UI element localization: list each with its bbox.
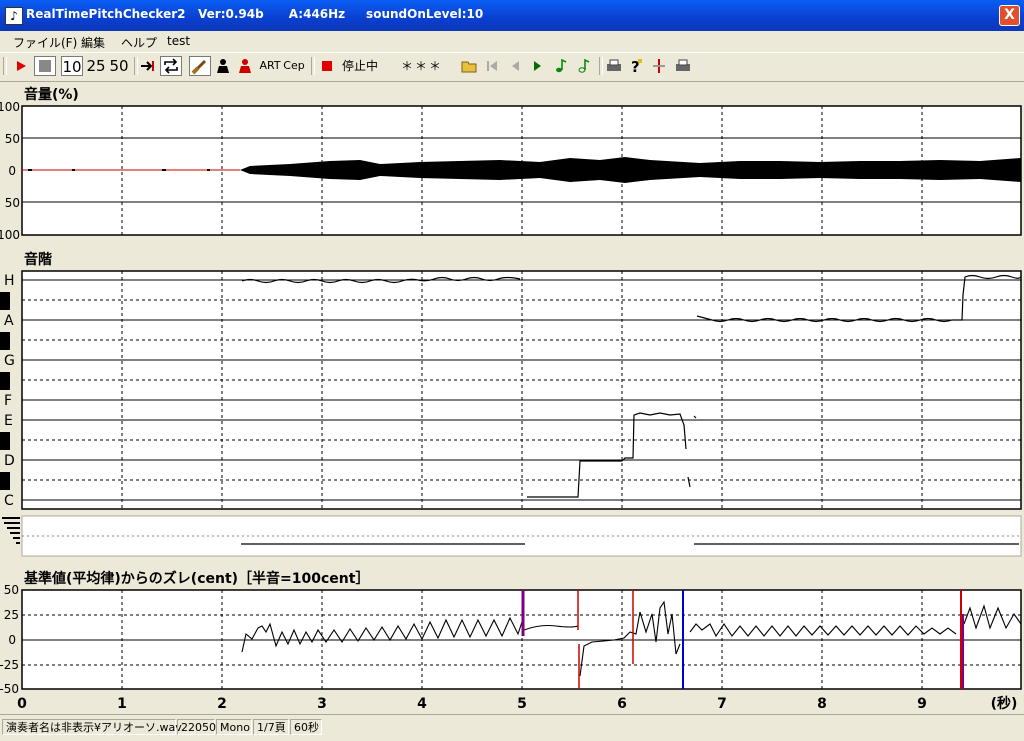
record-stop-button[interactable] (317, 56, 337, 76)
note-label-a: A (4, 313, 14, 329)
violin-icon (191, 59, 207, 75)
toolbar-grip (3, 57, 7, 75)
note-label-d: D (4, 453, 15, 469)
deviation-tick-neg25: -25 (0, 658, 19, 672)
marker-button[interactable] (650, 56, 668, 76)
status-sample-rate: 22050 (177, 719, 216, 735)
help-icon: ? (631, 58, 642, 76)
time-tick-2: 2 (217, 696, 227, 712)
stop-red-icon (322, 61, 332, 71)
time-axis-unit: (秒) (991, 695, 1018, 712)
deviation-tick-50: 50 (4, 584, 19, 597)
folder-open-icon (461, 61, 477, 73)
status-file: 演奏者名は非表示¥アリオーソ.wav (2, 719, 182, 735)
zoom-10-button[interactable]: 10 (61, 56, 83, 76)
time-tick-1: 1 (117, 696, 127, 712)
deviation-tick-neg50: -50 (0, 682, 19, 696)
person-icon (217, 59, 229, 73)
volume-tick-100-top: 100 (0, 100, 20, 114)
print-preview-button[interactable] (673, 56, 693, 76)
note-button[interactable] (552, 56, 570, 76)
prev-icon (512, 61, 519, 71)
time-tick-4: 4 (417, 696, 427, 712)
toolbar-separator (311, 57, 315, 75)
volume-plot[interactable]: 100 50 0 50 100 (0, 100, 1024, 240)
help-button[interactable]: ? (627, 56, 645, 76)
marker-icon (653, 59, 665, 73)
person-red-icon (239, 59, 251, 73)
title-bar: ♪ RealTimePitchChecker2 Ver:0.94b A:446H… (0, 0, 1024, 31)
scale-plot[interactable]: H A G F E D C (0, 265, 1024, 515)
cep-button[interactable]: Cep (283, 56, 305, 76)
printer-icon (607, 59, 621, 71)
loop-button[interactable] (160, 56, 182, 76)
deviation-plot[interactable]: 50 25 0 -25 -50 0 1 2 3 4 5 6 7 8 9 (秒) (0, 584, 1024, 714)
play-button[interactable] (11, 56, 31, 76)
jump-end-button[interactable] (138, 56, 158, 76)
play-icon (17, 61, 26, 71)
stop-icon (39, 60, 51, 72)
status-duration: 60秒 (290, 719, 322, 735)
time-tick-8: 8 (817, 696, 827, 712)
volume-tick-50-bottom: 50 (5, 196, 20, 210)
next-icon (534, 61, 541, 71)
close-button[interactable]: X (999, 5, 1020, 26)
zoom-25-button[interactable]: 25 (85, 56, 107, 76)
time-tick-3: 3 (317, 696, 327, 712)
app-icon: ♪ (5, 7, 23, 25)
first-button[interactable] (483, 56, 501, 76)
time-tick-7: 7 (717, 696, 727, 712)
deviation-tick-25: 25 (4, 608, 19, 622)
time-tick-0: 0 (17, 696, 27, 712)
note-label-e: E (4, 413, 13, 429)
zoom-50-button[interactable]: 50 (108, 56, 130, 76)
next-button[interactable] (529, 56, 547, 76)
note-label-h: H (4, 273, 15, 289)
note-label-g: G (4, 353, 15, 369)
jump-to-end-icon (141, 61, 154, 71)
singer-female-button[interactable] (235, 56, 255, 76)
status-page: 1/7頁 (253, 719, 289, 735)
status-channels: Mono (216, 719, 252, 735)
prev-button[interactable] (506, 56, 524, 76)
volume-tick-100-bottom: 100 (0, 228, 20, 240)
printer-alt-icon (676, 59, 690, 71)
open-button[interactable] (460, 56, 480, 76)
art-button[interactable]: ART (259, 56, 281, 76)
time-tick-6: 6 (617, 696, 627, 712)
music-note-icon (556, 58, 567, 73)
window-title: RealTimePitchChecker2 Ver:0.94b A:446Hz … (26, 7, 484, 21)
time-tick-9: 9 (917, 696, 927, 712)
stop-button[interactable] (34, 56, 56, 76)
toolbar: 10 25 50 ART Cep 停止中 ＊＊＊ ? (0, 52, 1024, 82)
menu-file[interactable]: ファイル(F) (13, 34, 77, 51)
menu-edit[interactable]: 編集 (81, 34, 105, 51)
note-display: ＊＊＊ (386, 56, 458, 76)
singer-button[interactable] (213, 56, 233, 76)
skip-first-icon (487, 61, 497, 71)
deviation-tick-0: 0 (8, 633, 16, 647)
note-alt-button[interactable] (575, 56, 593, 76)
music-note-alt-icon (578, 58, 590, 73)
volume-tick-50-top: 50 (5, 132, 20, 146)
status-indicator: 停止中 (341, 59, 378, 73)
time-tick-5: 5 (517, 696, 527, 712)
toolbar-separator (599, 57, 603, 75)
note-label-f: F (4, 393, 12, 409)
print-button[interactable] (604, 56, 624, 76)
violin-button[interactable] (189, 56, 211, 76)
menu-help[interactable]: ヘルプ (121, 34, 157, 51)
segment-strip (2, 515, 1022, 557)
status-bar: 演奏者名は非表示¥アリオーソ.wav 22050 Mono 1/7頁 60秒 (0, 714, 1024, 741)
note-label-c: C (4, 493, 14, 509)
menu-test[interactable]: test (167, 34, 190, 48)
volume-tick-0: 0 (8, 164, 16, 178)
loop-icon (164, 58, 178, 74)
menu-bar: ファイル(F) 編集 ヘルプ test (0, 31, 1024, 52)
